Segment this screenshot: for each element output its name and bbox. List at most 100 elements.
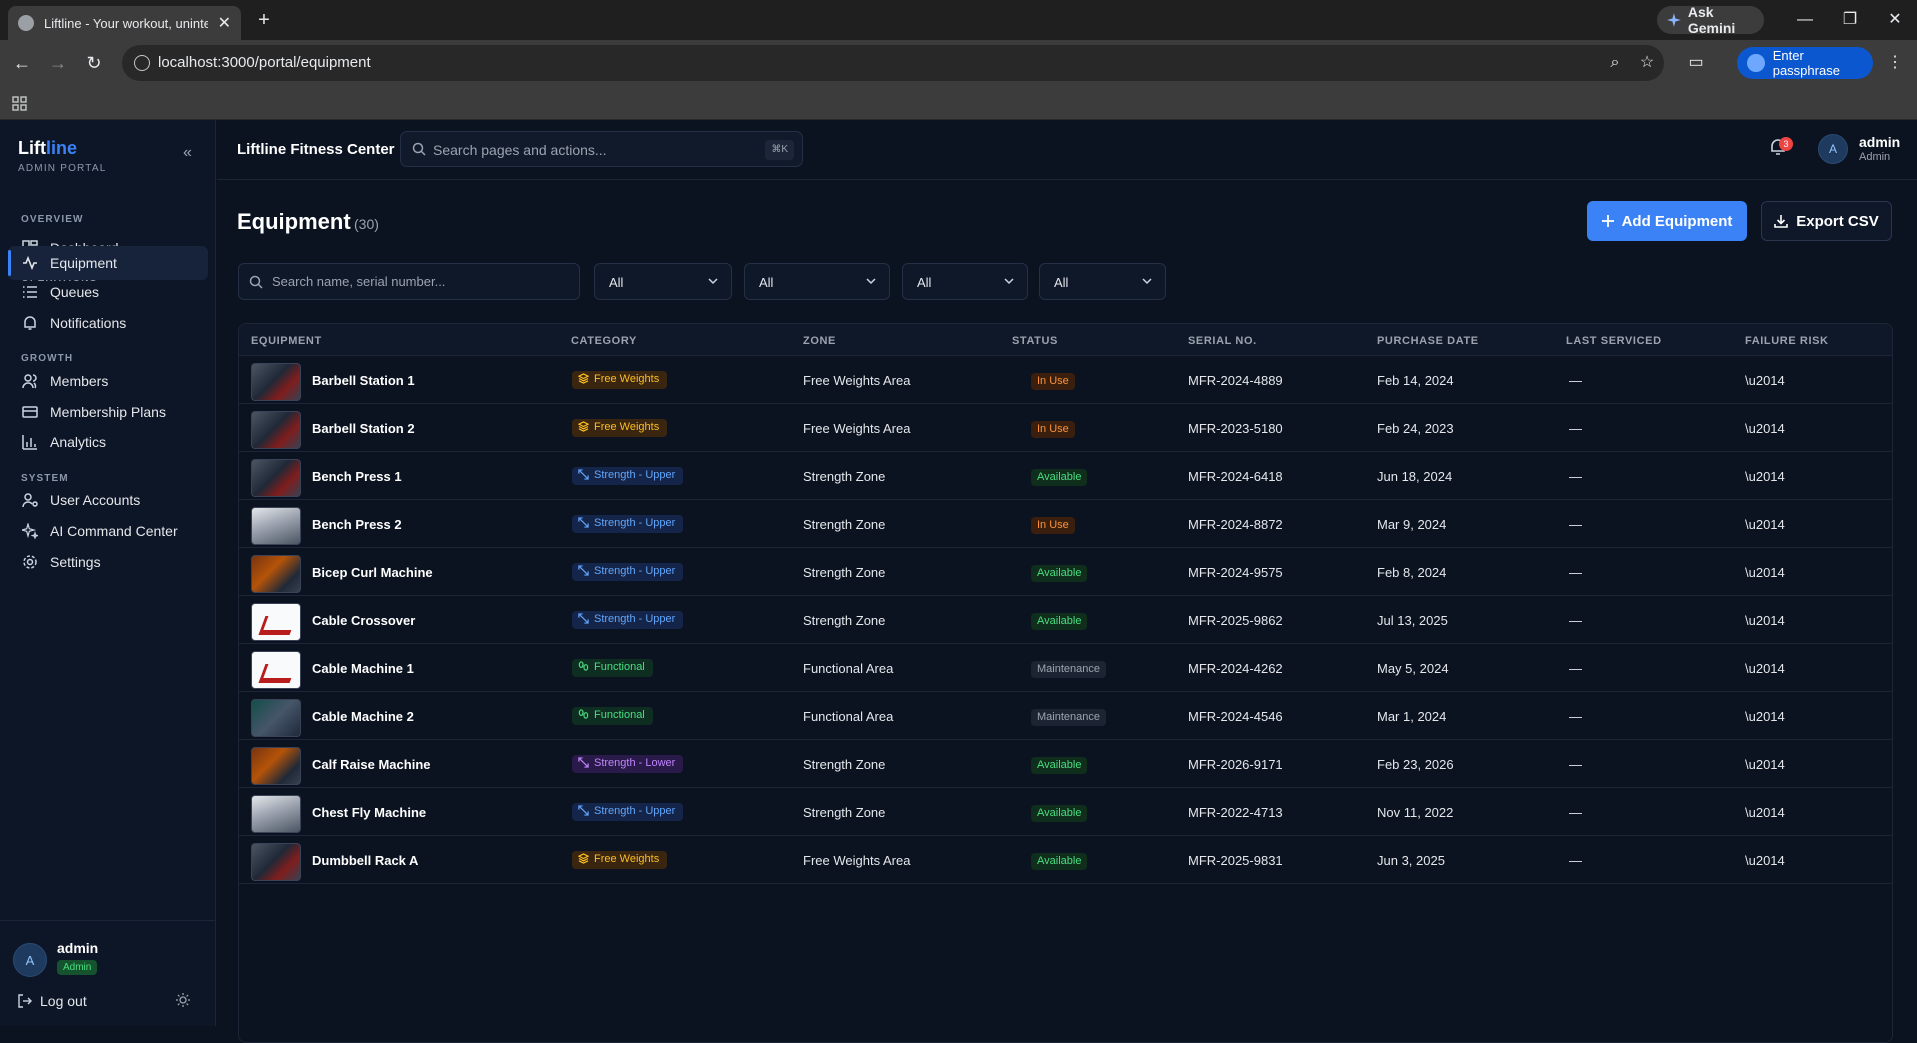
equipment-name[interactable]: Dumbbell Rack A [312, 853, 418, 868]
minimize-button[interactable]: — [1793, 8, 1817, 32]
window-close-button[interactable]: ✕ [1883, 8, 1907, 32]
bookmark-star-icon[interactable]: ☆ [1638, 54, 1656, 72]
enter-passphrase-button[interactable]: Enter passphrase [1737, 47, 1873, 79]
collapse-sidebar-icon[interactable]: « [183, 144, 192, 162]
risk-filter-select[interactable]: All [1039, 263, 1166, 300]
export-csv-button[interactable]: Export CSV [1761, 201, 1892, 241]
table-row[interactable]: Bicep Curl Machine Strength - Upper Streng… [239, 548, 1892, 596]
column-header[interactable]: CATEGORY [571, 335, 637, 347]
equipment-name[interactable]: Bench Press 1 [312, 469, 402, 484]
equipment-search-input[interactable]: Search name, serial number... [238, 263, 580, 300]
equipment-name[interactable]: Chest Fly Machine [312, 805, 426, 820]
search-icon [412, 142, 426, 156]
topbar-user-name[interactable]: admin [1859, 134, 1900, 150]
kebab-menu-icon[interactable]: ⋮ [1886, 54, 1904, 72]
bookmarks-bar [0, 86, 1917, 120]
close-icon[interactable]: ✕ [218, 13, 231, 33]
zoom-icon[interactable]: ⌕ [1606, 54, 1624, 72]
serial-cell: MFR-2025-9831 [1188, 853, 1283, 868]
last-serviced-cell: — [1569, 421, 1582, 436]
equipment-name[interactable]: Bench Press 2 [312, 517, 402, 532]
sidebar-item-queues[interactable]: Queues [8, 275, 208, 309]
equipment-name[interactable]: Cable Machine 1 [312, 661, 414, 676]
sidebar-item-ai-command-center[interactable]: AI Command Center [8, 514, 208, 548]
global-search-input[interactable]: Search pages and actions... ⌘K [400, 131, 803, 167]
status-badge: In Use [1031, 421, 1075, 438]
avatar[interactable]: A [13, 943, 47, 977]
apps-grid-icon[interactable] [12, 96, 27, 111]
column-header[interactable]: LAST SERVICED [1566, 335, 1662, 347]
equipment-name[interactable]: Calf Raise Machine [312, 757, 431, 772]
purchase-date-cell: Jun 3, 2025 [1377, 853, 1445, 868]
ask-gemini-button[interactable]: Ask Gemini [1657, 4, 1764, 36]
column-header[interactable]: STATUS [1012, 335, 1058, 347]
category-badge: Strength - Upper [572, 515, 684, 533]
equipment-name[interactable]: Cable Machine 2 [312, 709, 414, 724]
cast-icon[interactable]: ▭ [1687, 54, 1705, 72]
sidebar-item-membership-plans[interactable]: Membership Plans [8, 395, 208, 429]
chevron-down-icon [1004, 278, 1014, 285]
sun-icon[interactable] [176, 993, 190, 1007]
equipment-name[interactable]: Bicep Curl Machine [312, 565, 433, 580]
zone-filter-select[interactable]: All [744, 263, 890, 300]
table-row[interactable]: Bench Press 2 Strength - Upper Strength Zo… [239, 500, 1892, 548]
sidebar-item-notifications[interactable]: Notifications [8, 306, 208, 340]
logo-prefix: Lift [18, 138, 46, 158]
last-serviced-cell: — [1569, 469, 1582, 484]
serial-cell: MFR-2025-9862 [1188, 613, 1283, 628]
category-badge: Strength - Upper [572, 563, 684, 581]
browser-tab[interactable]: Liftline - Your workout, uninterr ✕ [8, 6, 241, 40]
address-bar[interactable]: localhost:3000/portal/equipment ⌕ ☆ [122, 45, 1664, 81]
zone-cell: Strength Zone [803, 517, 886, 532]
table-row[interactable]: Cable Crossover Strength - Upper Strength … [239, 596, 1892, 644]
zone-cell: Free Weights Area [803, 853, 911, 868]
category-label: Functional [594, 661, 645, 673]
column-header[interactable]: SERIAL NO. [1188, 335, 1257, 347]
column-header[interactable]: FAILURE RISK [1745, 335, 1829, 347]
reload-button[interactable]: ↻ [82, 51, 106, 75]
purchase-date-cell: Mar 1, 2024 [1377, 709, 1447, 724]
equipment-thumbnail [251, 363, 301, 401]
status-badge: Available [1031, 757, 1088, 774]
bell-icon [24, 316, 36, 330]
serial-cell: MFR-2024-8872 [1188, 517, 1283, 532]
topbar: Liftline Fitness Center Search pages and… [217, 120, 1917, 180]
table-row[interactable]: Bench Press 1 Strength - Upper Strength Zo… [239, 452, 1892, 500]
purchase-date-cell: Feb 8, 2024 [1377, 565, 1447, 580]
zone-cell: Strength Zone [803, 805, 886, 820]
footprints-icon [578, 661, 589, 672]
table-row[interactable]: Calf Raise Machine Strength - Lower Streng… [239, 740, 1892, 788]
table-row[interactable]: Cable Machine 2 Functional Functional Area… [239, 692, 1892, 740]
sidebar-user-name: admin [57, 940, 99, 956]
equipment-thumbnail [251, 507, 301, 545]
equipment-name[interactable]: Cable Crossover [312, 613, 415, 628]
logo[interactable]: Liftline [18, 138, 77, 159]
last-serviced-cell: — [1569, 373, 1582, 388]
equipment-name[interactable]: Barbell Station 1 [312, 373, 415, 388]
column-header[interactable]: EQUIPMENT [251, 335, 322, 347]
category-filter-select[interactable]: All [594, 263, 732, 300]
table-row[interactable]: Dumbbell Rack A Free Weights Free Weights … [239, 836, 1892, 884]
serial-cell: MFR-2023-5180 [1188, 421, 1283, 436]
add-equipment-button[interactable]: Add Equipment [1587, 201, 1747, 241]
avatar[interactable]: A [1818, 134, 1848, 164]
table-row[interactable]: Barbell Station 2 Free Weights Free Weight… [239, 404, 1892, 452]
logout-button[interactable]: Log out [18, 993, 87, 1009]
site-info-icon[interactable] [134, 55, 150, 71]
table-row[interactable]: Chest Fly Machine Strength - Upper Strengt… [239, 788, 1892, 836]
back-button[interactable]: ← [10, 51, 34, 75]
column-header[interactable]: PURCHASE DATE [1377, 335, 1479, 347]
status-filter-select[interactable]: All [902, 263, 1028, 300]
table-row[interactable]: Barbell Station 1 Free Weights Free Weight… [239, 356, 1892, 404]
category-label: Functional [594, 709, 645, 721]
sidebar-item-user-accounts[interactable]: User Accounts [8, 483, 208, 517]
restore-button[interactable]: ❐ [1838, 8, 1862, 32]
forward-button[interactable]: → [46, 51, 70, 75]
sidebar-item-members[interactable]: Members [8, 364, 208, 398]
equipment-name[interactable]: Barbell Station 2 [312, 421, 415, 436]
new-tab-button[interactable]: + [252, 8, 276, 32]
sidebar-item-analytics[interactable]: Analytics [8, 425, 208, 459]
table-row[interactable]: Cable Machine 1 Functional Functional Area… [239, 644, 1892, 692]
column-header[interactable]: ZONE [803, 335, 836, 347]
sidebar-item-settings[interactable]: Settings [8, 545, 208, 579]
